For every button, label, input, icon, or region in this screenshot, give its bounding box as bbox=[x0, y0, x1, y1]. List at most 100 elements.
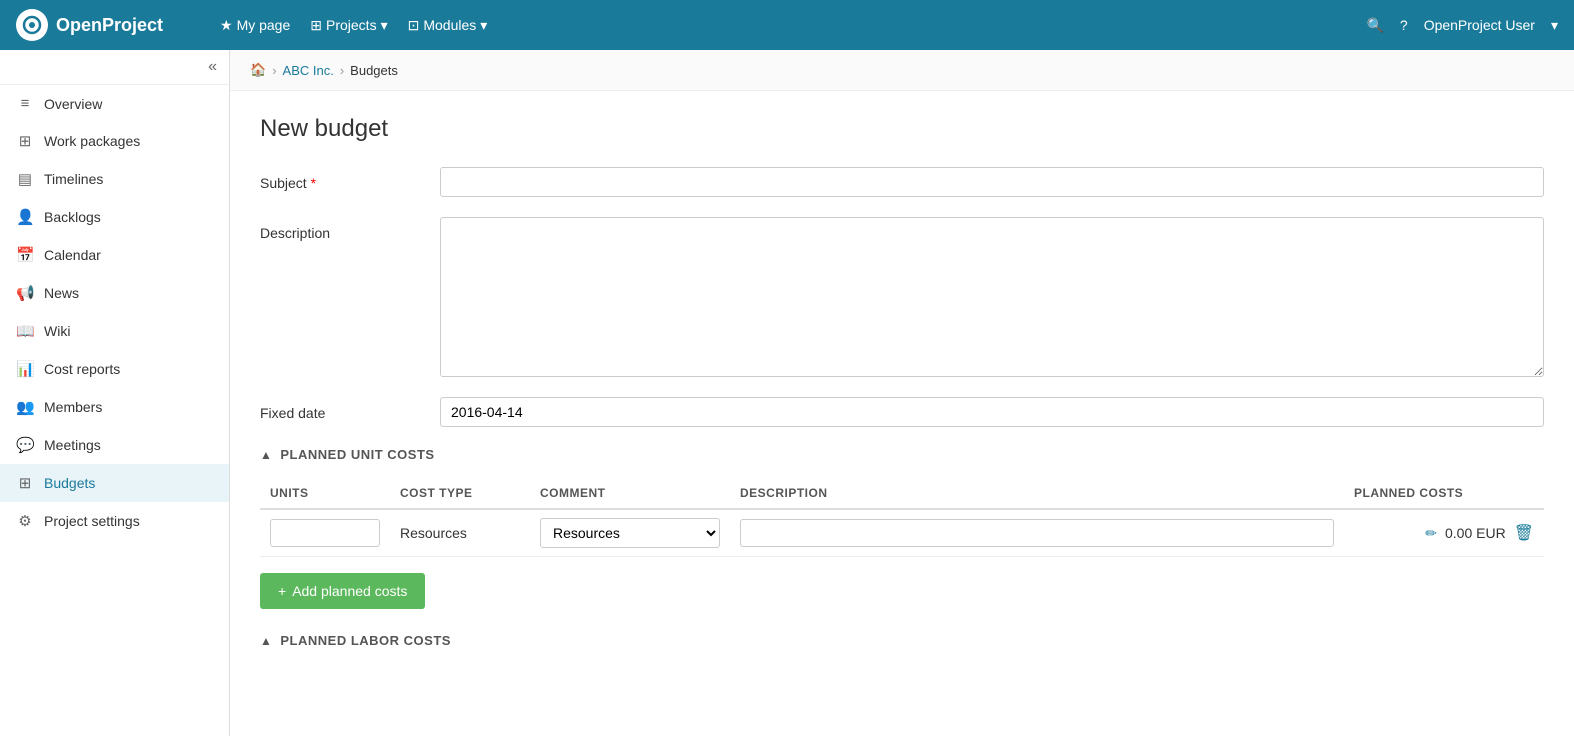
cost-type-cell: Resources bbox=[390, 509, 530, 557]
sidebar-item-label: Overview bbox=[44, 96, 102, 112]
overview-icon: ≡ bbox=[16, 95, 34, 112]
page-body: New budget Subject * Description Fixed d… bbox=[230, 91, 1574, 688]
description-label: Description bbox=[260, 217, 440, 241]
breadcrumb-project[interactable]: ABC Inc. bbox=[283, 63, 334, 78]
sidebar-item-members[interactable]: 👥 Members bbox=[0, 388, 229, 426]
planned-costs-container: ✏ 0.00 EUR 🗑 bbox=[1354, 523, 1534, 543]
sidebar-item-overview[interactable]: ≡ Overview bbox=[0, 85, 229, 122]
sidebar-item-wiki[interactable]: 📖 Wiki bbox=[0, 312, 229, 350]
sidebar-item-cost-reports[interactable]: 📊 Cost reports bbox=[0, 350, 229, 388]
fixed-date-input[interactable]: 2016-04-14 bbox=[440, 397, 1544, 427]
star-icon: ★ bbox=[220, 17, 233, 34]
col-header-planned-costs: PLANNED COSTS bbox=[1344, 478, 1544, 509]
planned-costs-cell: ✏ 0.00 EUR 🗑 bbox=[1344, 509, 1544, 557]
table-header-row: UNITS COST TYPE COMMENT DESCRIPTION PLAN bbox=[260, 478, 1544, 509]
meetings-icon: 💬 bbox=[16, 436, 34, 454]
page-title: New budget bbox=[260, 115, 1544, 143]
sidebar-item-meetings[interactable]: 💬 Meetings bbox=[0, 426, 229, 464]
table-row: Resources Resources ✏ bbox=[260, 509, 1544, 557]
planned-labor-costs-header[interactable]: ▲ PLANNED LABOR COSTS bbox=[260, 633, 1544, 648]
timelines-icon: ▤ bbox=[16, 170, 34, 188]
units-cell bbox=[260, 509, 390, 557]
sidebar-item-label: Members bbox=[44, 399, 102, 415]
delete-icon[interactable]: 🗑 bbox=[1514, 523, 1534, 543]
budgets-icon: ⊞ bbox=[16, 474, 34, 492]
subject-label: Subject * bbox=[260, 167, 440, 191]
top-nav-links: ★ My page ⊞ Projects ▾ ⊡ Modules ▾ bbox=[220, 17, 1342, 34]
sidebar-item-label: Project settings bbox=[44, 513, 140, 529]
sidebar: « ≡ Overview ⊞ Work packages ▤ Timelines… bbox=[0, 50, 230, 736]
sidebar-item-label: Wiki bbox=[44, 323, 70, 339]
edit-icon[interactable]: ✏ bbox=[1425, 525, 1437, 542]
planned-labor-costs-title: PLANNED LABOR COSTS bbox=[280, 633, 451, 648]
description-textarea[interactable] bbox=[440, 217, 1544, 377]
modules-icon: ⊡ bbox=[408, 17, 420, 34]
sidebar-item-label: Cost reports bbox=[44, 361, 120, 377]
planned-unit-costs-chevron: ▲ bbox=[260, 448, 272, 462]
breadcrumb-separator-2: › bbox=[340, 63, 344, 78]
fixed-date-row: Fixed date 2016-04-14 bbox=[260, 397, 1544, 427]
comment-select[interactable]: Resources bbox=[540, 518, 720, 548]
col-header-description: DESCRIPTION bbox=[730, 478, 1344, 509]
add-planned-costs-label: Add planned costs bbox=[292, 583, 407, 599]
collapse-button[interactable]: « bbox=[208, 58, 217, 76]
planned-unit-costs-header[interactable]: ▲ PLANNED UNIT COSTS bbox=[260, 447, 1544, 462]
col-header-cost-type: COST TYPE bbox=[390, 478, 530, 509]
wiki-icon: 📖 bbox=[16, 322, 34, 340]
description-input[interactable] bbox=[740, 519, 1334, 547]
sidebar-item-backlogs[interactable]: 👤 Backlogs bbox=[0, 198, 229, 236]
layers-icon: ⊞ bbox=[310, 17, 322, 34]
sidebar-item-label: Work packages bbox=[44, 133, 140, 149]
subject-input[interactable] bbox=[440, 167, 1544, 197]
description-row: Description bbox=[260, 217, 1544, 377]
logo-text: OpenProject bbox=[56, 15, 163, 36]
help-icon[interactable]: ? bbox=[1400, 17, 1408, 33]
sidebar-item-label: News bbox=[44, 285, 79, 301]
sidebar-item-project-settings[interactable]: ⚙ Project settings bbox=[0, 502, 229, 540]
add-planned-costs-button[interactable]: + Add planned costs bbox=[260, 573, 425, 609]
comment-cell: Resources bbox=[530, 509, 730, 557]
work-packages-icon: ⊞ bbox=[16, 132, 34, 150]
sidebar-item-news[interactable]: 📢 News bbox=[0, 274, 229, 312]
col-header-units: UNITS bbox=[260, 478, 390, 509]
search-icon[interactable]: 🔍 bbox=[1366, 17, 1383, 34]
sidebar-item-label: Budgets bbox=[44, 475, 95, 491]
breadcrumb-separator-1: › bbox=[272, 63, 276, 78]
news-icon: 📢 bbox=[16, 284, 34, 302]
sidebar-item-label: Timelines bbox=[44, 171, 103, 187]
my-page-link[interactable]: ★ My page bbox=[220, 17, 290, 34]
top-nav-right: 🔍 ? OpenProject User ▾ bbox=[1366, 17, 1558, 34]
fixed-date-label: Fixed date bbox=[260, 397, 440, 421]
description-cell bbox=[730, 509, 1344, 557]
planned-labor-costs-chevron: ▲ bbox=[260, 634, 272, 648]
logo[interactable]: OpenProject bbox=[16, 9, 196, 41]
required-indicator: * bbox=[311, 175, 316, 191]
breadcrumb: 🏠 › ABC Inc. › Budgets bbox=[230, 50, 1574, 91]
sidebar-item-timelines[interactable]: ▤ Timelines bbox=[0, 160, 229, 198]
sidebar-item-label: Meetings bbox=[44, 437, 101, 453]
main-content: 🏠 › ABC Inc. › Budgets New budget Subjec… bbox=[230, 50, 1574, 736]
top-navigation: OpenProject ★ My page ⊞ Projects ▾ ⊡ Mod… bbox=[0, 0, 1574, 50]
user-chevron: ▾ bbox=[1551, 17, 1558, 34]
user-menu[interactable]: OpenProject User bbox=[1424, 17, 1535, 33]
projects-link[interactable]: ⊞ Projects ▾ bbox=[310, 17, 387, 34]
col-header-comment: COMMENT bbox=[530, 478, 730, 509]
planned-costs-value: 0.00 EUR bbox=[1445, 525, 1506, 541]
sidebar-collapse: « bbox=[0, 50, 229, 85]
members-icon: 👥 bbox=[16, 398, 34, 416]
calendar-icon: 📅 bbox=[16, 246, 34, 264]
sidebar-item-label: Calendar bbox=[44, 247, 101, 263]
logo-icon bbox=[16, 9, 48, 41]
modules-chevron: ▾ bbox=[480, 17, 487, 34]
cost-type-value: Resources bbox=[400, 525, 467, 541]
units-input[interactable] bbox=[270, 519, 380, 547]
modules-link[interactable]: ⊡ Modules ▾ bbox=[408, 17, 488, 34]
sidebar-item-budgets[interactable]: ⊞ Budgets bbox=[0, 464, 229, 502]
breadcrumb-home[interactable]: 🏠 bbox=[250, 62, 266, 78]
sidebar-item-calendar[interactable]: 📅 Calendar bbox=[0, 236, 229, 274]
planned-unit-costs-table: UNITS COST TYPE COMMENT DESCRIPTION PLAN bbox=[260, 478, 1544, 557]
breadcrumb-current: Budgets bbox=[350, 63, 398, 78]
backlogs-icon: 👤 bbox=[16, 208, 34, 226]
sidebar-item-work-packages[interactable]: ⊞ Work packages bbox=[0, 122, 229, 160]
home-icon: 🏠 bbox=[250, 62, 266, 77]
